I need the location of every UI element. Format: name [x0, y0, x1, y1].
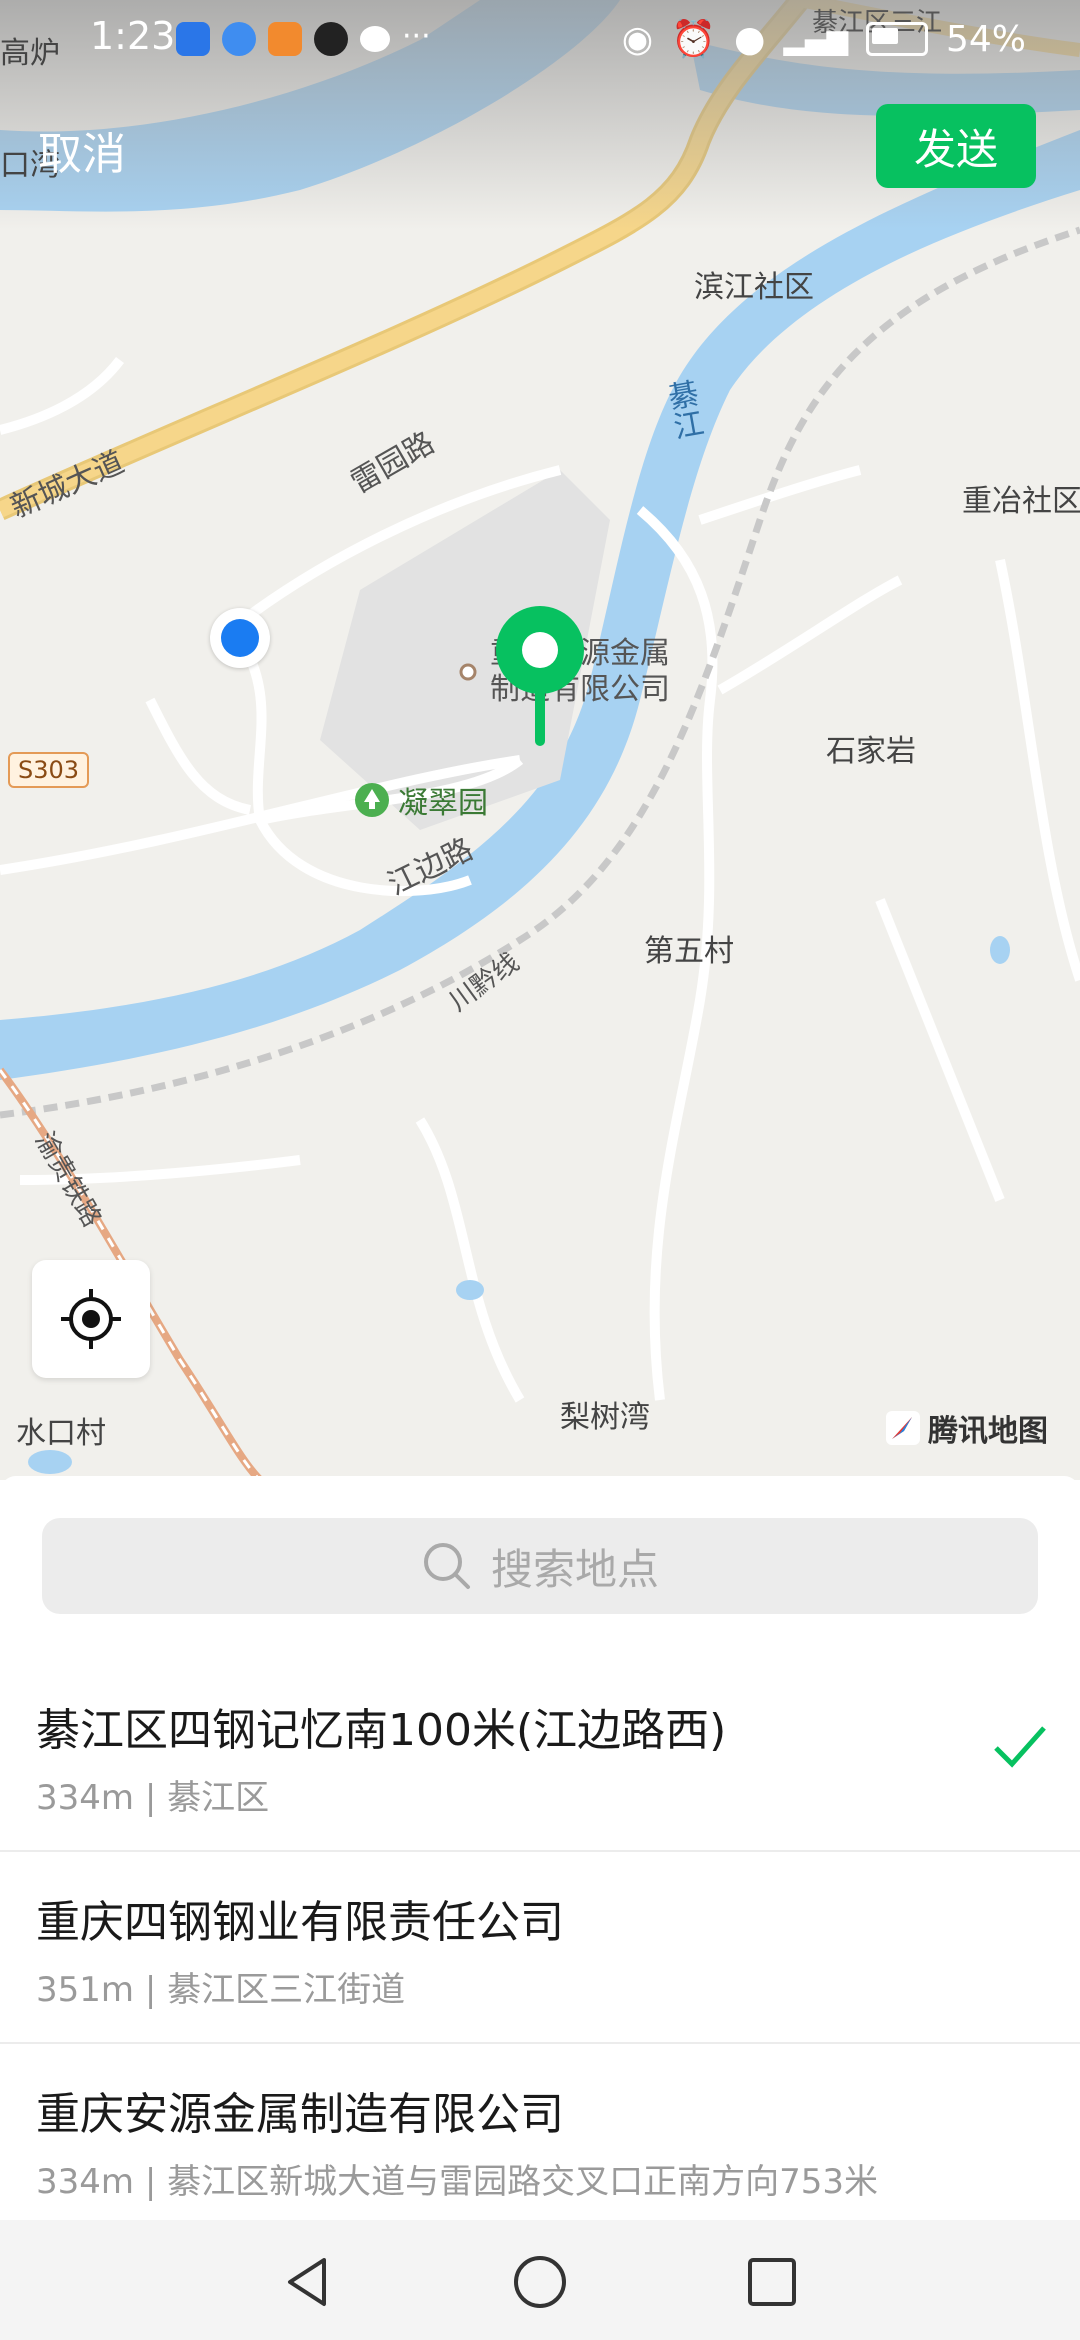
more-icon: ··· [402, 19, 431, 54]
browser-app-icon [222, 22, 256, 56]
list-item[interactable]: 重庆安源金属制造有限公司 334m | 綦江区新城大道与雷园路交叉口正南方向75… [0, 2044, 1080, 2234]
video-app-icon [268, 22, 302, 56]
status-time: 1:23 [90, 14, 176, 58]
send-button[interactable]: 发送 [876, 104, 1036, 188]
tree-icon [355, 783, 389, 817]
message-icon [360, 26, 390, 52]
highway-badge: S303 [8, 752, 90, 788]
signal-icon: ▂▄▆ [783, 22, 848, 56]
item-subtitle: 351m | 綦江区三江街道 [36, 1970, 406, 2010]
location-status-icon: ● [733, 18, 766, 60]
place-label: 石家岩 [826, 734, 916, 769]
place-label: 滨江社区 [694, 270, 814, 305]
park-label: 凝翠园 [398, 786, 488, 821]
back-icon[interactable] [280, 2254, 336, 2310]
item-subtitle: 334m | 綦江区 [36, 1778, 270, 1818]
search-input[interactable]: 搜索地点 [42, 1518, 1038, 1614]
brand-label: 腾讯地图 [928, 1414, 1048, 1449]
locate-icon [61, 1289, 121, 1349]
battery-percent: 54% [945, 18, 1026, 60]
search-icon [423, 1543, 470, 1589]
location-pin-icon[interactable] [494, 604, 586, 752]
system-nav-bar [0, 2220, 1080, 2340]
notification-icons: ··· [176, 22, 431, 56]
place-label: 水口村 [16, 1416, 106, 1451]
battery-icon [865, 22, 928, 56]
user-location-dot [210, 608, 270, 668]
park-marker[interactable]: 凝翠园 [354, 778, 488, 822]
poi-dot [458, 662, 478, 686]
recents-icon[interactable] [744, 2254, 800, 2310]
place-label: 第五村 [644, 934, 734, 969]
status-right: ◉ ⏰ ● ▂▄▆ 54% [621, 18, 1026, 61]
list-item[interactable]: 重庆四钢钢业有限责任公司 351m | 綦江区三江街道 [0, 1852, 1080, 2044]
place-label: 重冶社区 [962, 484, 1080, 519]
cancel-button[interactable]: 取消 [38, 118, 126, 182]
item-subtitle: 334m | 綦江区新城大道与雷园路交叉口正南方向753米 [36, 2162, 879, 2202]
locate-button[interactable] [32, 1260, 150, 1378]
compass-icon [886, 1411, 920, 1445]
item-title: 綦江区四钢记忆南100米(江边路西) [36, 1705, 727, 1756]
list-item[interactable]: 綦江区四钢记忆南100米(江边路西) 334m | 綦江区 [0, 1660, 1080, 1852]
status-bar: 1:23 ··· 綦江区三江 ◉ ⏰ ● ▂▄▆ 54% [0, 0, 1080, 84]
shield-app-icon [176, 22, 210, 56]
alarm-icon: ⏰ [671, 19, 716, 60]
map-view[interactable]: 高炉 口湾 滨江社区 重冶社区 石家岩 第五村 水口村 梨树湾 新城大道 雷园路… [0, 0, 1080, 1480]
place-label: 梨树湾 [560, 1400, 650, 1435]
item-title: 重庆四钢钢业有限责任公司 [36, 1897, 564, 1948]
check-icon [994, 1726, 1046, 1768]
tencent-map-logo: 腾讯地图 [886, 1406, 1048, 1450]
qq-app-icon [314, 22, 348, 56]
home-icon[interactable] [512, 2254, 568, 2310]
item-title: 重庆安源金属制造有限公司 [36, 2089, 564, 2140]
eye-icon: ◉ [621, 18, 654, 60]
results-sheet: 搜索地点 綦江区四钢记忆南100米(江边路西) 334m | 綦江区 重庆四钢钢… [0, 1476, 1080, 2220]
search-placeholder: 搜索地点 [490, 1544, 659, 1594]
